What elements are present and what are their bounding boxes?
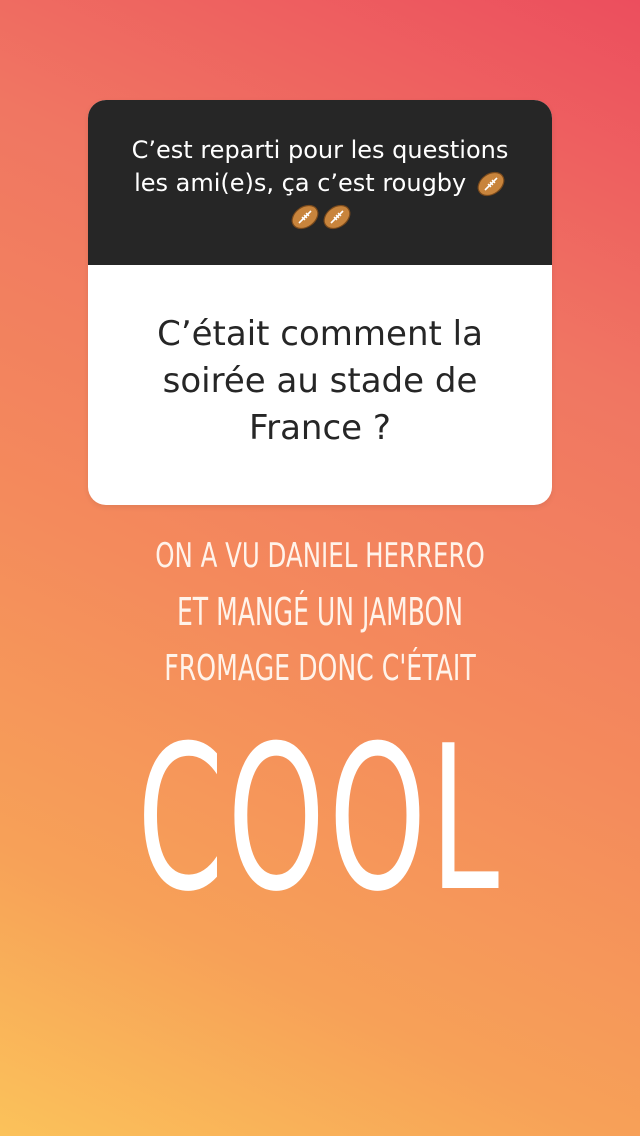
big-answer-word[interactable]: COOL: [122, 720, 519, 920]
question-text: C’était comment la soirée au stade de Fr…: [157, 313, 483, 448]
rugby-ball-icon: [290, 204, 320, 230]
question-prompt: C’est reparti pour les questions les ami…: [128, 134, 512, 233]
question-prompt-text: C’est reparti pour les questions les ami…: [131, 136, 509, 197]
rugby-ball-icon: [476, 171, 506, 197]
answer-text-line[interactable]: ON A VU DANIEL HERRERO: [90, 536, 551, 576]
question-sticker-body: C’était comment la soirée au stade de Fr…: [88, 265, 552, 505]
answer-text-line[interactable]: ET MANGÉ UN JAMBON: [109, 590, 531, 634]
question-sticker-header: C’est reparti pour les questions les ami…: [88, 100, 552, 265]
question-sticker[interactable]: C’est reparti pour les questions les ami…: [88, 100, 552, 505]
answer-text-line[interactable]: FROMAGE DONC C'ÉTAIT: [96, 648, 544, 689]
rugby-ball-icon: [322, 204, 352, 230]
